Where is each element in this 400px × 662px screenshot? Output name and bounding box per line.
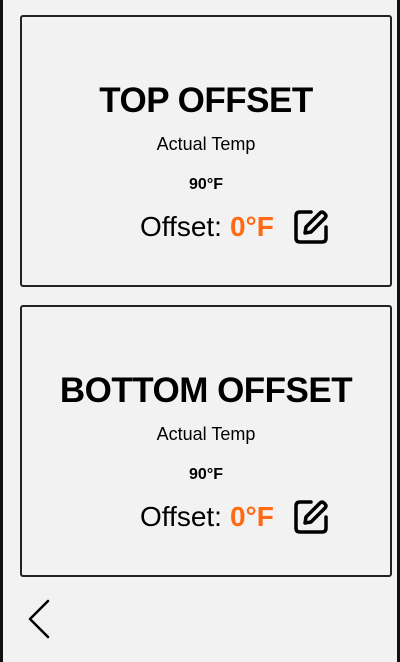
chevron-left-icon bbox=[28, 599, 50, 639]
top-offset-label: Offset: bbox=[140, 211, 222, 242]
top-actual-temp-value: 90°F bbox=[189, 176, 223, 193]
back-button[interactable] bbox=[24, 598, 54, 640]
edit-icon bbox=[294, 500, 328, 534]
bottom-actual-temp-label: Actual Temp bbox=[156, 424, 256, 444]
bottom-offset-card: BOTTOM OFFSET Actual Temp 90°F Offset: 0… bbox=[20, 305, 392, 577]
top-offset-edit-button[interactable] bbox=[290, 206, 332, 248]
top-offset-title: TOP OFFSET bbox=[99, 81, 313, 120]
bottom-offset-value: 0°F bbox=[229, 501, 274, 532]
bottom-offset-edit-button[interactable] bbox=[290, 496, 332, 538]
edit-icon bbox=[294, 210, 328, 244]
top-actual-temp-label: Actual Temp bbox=[156, 134, 256, 154]
bottom-offset-row: Offset: 0°F bbox=[140, 495, 332, 539]
top-offset-value: 0°F bbox=[229, 211, 274, 242]
bottom-actual-temp-value: 90°F bbox=[189, 466, 223, 483]
top-offset-card: TOP OFFSET Actual Temp 90°F Offset: 0°F bbox=[20, 15, 392, 287]
bottom-offset-title: BOTTOM OFFSET bbox=[59, 371, 353, 410]
bottom-offset-label: Offset: bbox=[140, 501, 222, 532]
top-offset-row: Offset: 0°F bbox=[140, 205, 332, 249]
